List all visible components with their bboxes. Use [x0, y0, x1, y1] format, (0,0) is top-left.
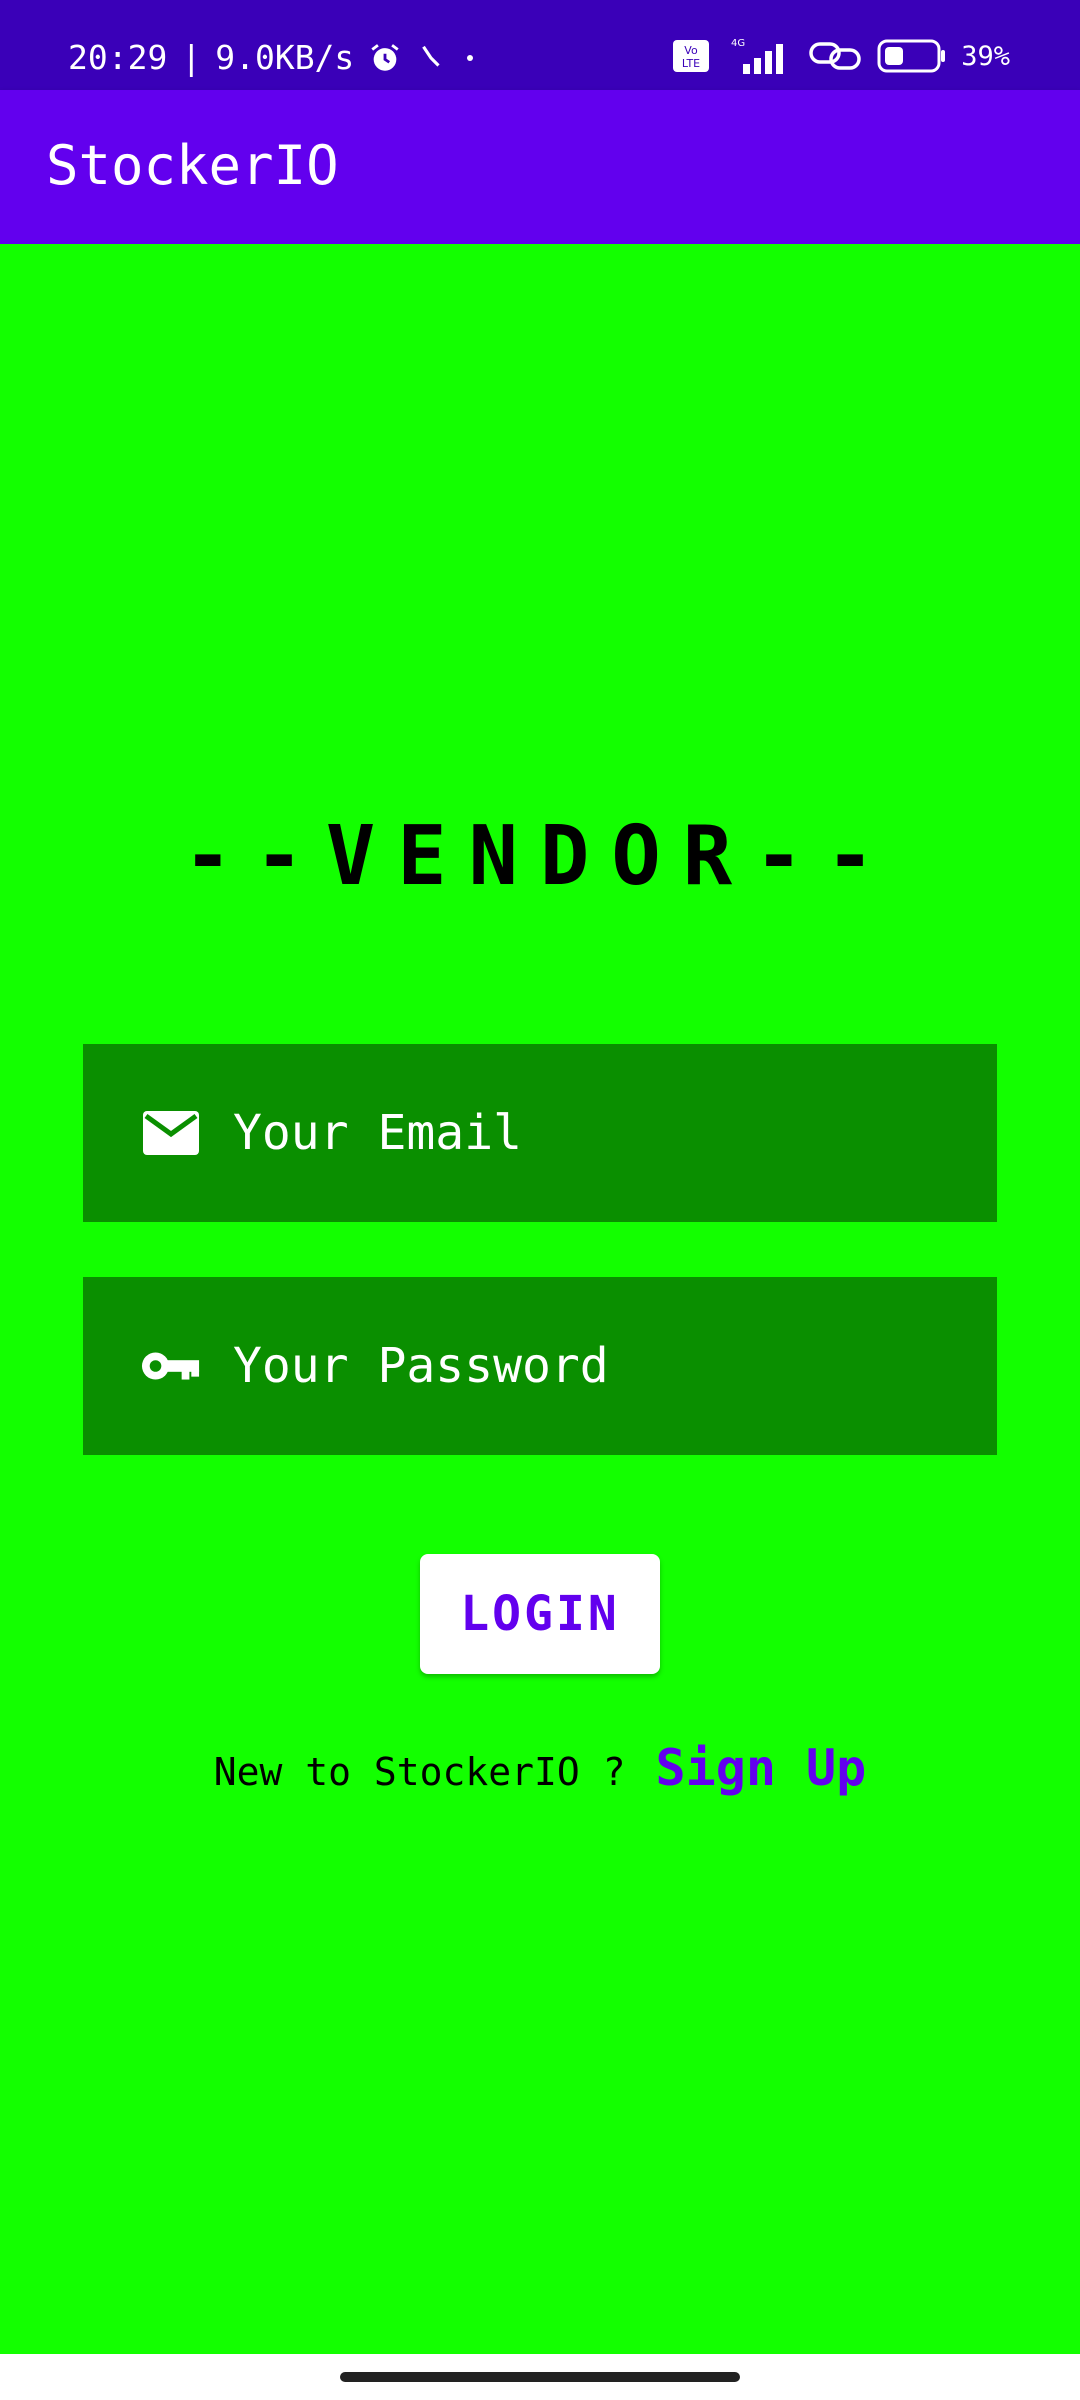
app-bar: StockerIO — [0, 90, 1080, 244]
vendor-heading: --VENDOR-- — [183, 809, 897, 904]
status-separator: | — [181, 38, 202, 77]
status-bar: 20:29 | 9.0KB/s Vo LTE 4G 39% — [0, 0, 1080, 90]
status-right: Vo LTE 4G 39% — [673, 36, 1010, 76]
volte-icon: Vo LTE — [673, 40, 710, 72]
svg-text:LTE: LTE — [682, 57, 700, 70]
mail-icon — [141, 1103, 201, 1163]
link-icon — [807, 38, 863, 74]
app-title: StockerIO — [46, 134, 339, 197]
signup-row: New to StockerIO ? Sign Up — [0, 1739, 1080, 1797]
status-left: 20:29 | 9.0KB/s — [68, 38, 480, 77]
email-input[interactable] — [233, 1044, 973, 1222]
password-input[interactable] — [233, 1277, 973, 1455]
status-time: 20:29 — [68, 38, 168, 77]
login-screen: --VENDOR-- LOGIN New to StockerIO ? Sign… — [0, 244, 1080, 2354]
signup-link[interactable]: Sign Up — [656, 1739, 867, 1797]
signal-icon: 4G — [723, 36, 793, 76]
signup-prompt: New to StockerIO ? — [213, 1750, 626, 1794]
password-field[interactable] — [83, 1277, 997, 1455]
email-field[interactable] — [83, 1044, 997, 1222]
login-button[interactable]: LOGIN — [420, 1554, 660, 1674]
battery-icon — [877, 39, 947, 73]
battery-percent: 39% — [961, 40, 1010, 72]
dot-icon — [460, 48, 480, 68]
home-indicator[interactable] — [340, 2372, 740, 2382]
navigation-bar — [0, 2354, 1080, 2400]
key-icon — [141, 1336, 201, 1396]
status-network-speed: 9.0KB/s — [215, 38, 355, 77]
alarm-icon — [368, 41, 402, 75]
svg-text:Vo: Vo — [685, 44, 699, 57]
network-type-label: 4G — [731, 38, 745, 49]
bluetooth-icon — [416, 41, 446, 75]
